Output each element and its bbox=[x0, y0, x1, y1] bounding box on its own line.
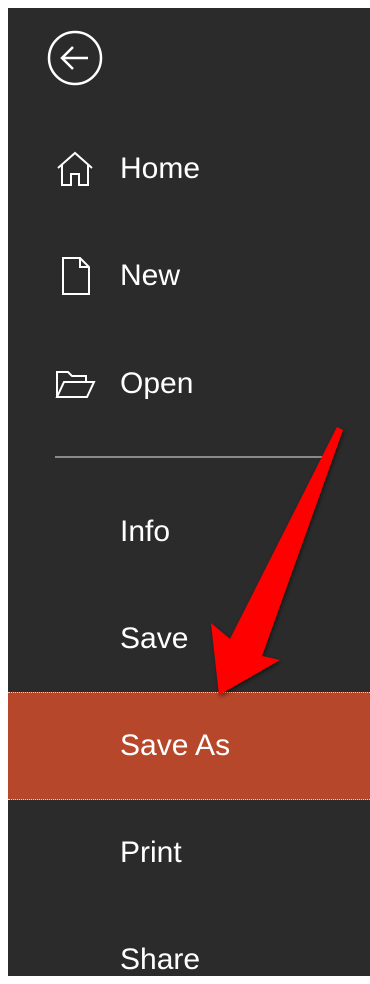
back-arrow-circle-icon bbox=[47, 30, 103, 86]
home-icon bbox=[54, 148, 96, 190]
new-document-icon bbox=[54, 255, 96, 297]
nav-item-label: Save As bbox=[120, 729, 231, 762]
nav-item-label: Save bbox=[120, 622, 189, 655]
nav-item-label: Open bbox=[120, 367, 194, 400]
nav-item-home[interactable]: Home bbox=[8, 115, 370, 223]
nav-item-save[interactable]: Save bbox=[8, 585, 370, 693]
nav-item-save-as[interactable]: Save As bbox=[8, 692, 370, 800]
nav-item-open[interactable]: Open bbox=[8, 330, 370, 438]
nav-item-label: New bbox=[120, 259, 181, 292]
nav-item-label: Home bbox=[120, 152, 201, 185]
nav-item-label: Info bbox=[120, 515, 171, 548]
nav-item-label: Share bbox=[120, 943, 201, 976]
nav-item-info[interactable]: Info bbox=[8, 478, 370, 586]
backstage-panel: Home New Open Info Save Save As Print Sh… bbox=[8, 8, 370, 976]
nav-item-print[interactable]: Print bbox=[8, 799, 370, 907]
nav-item-share[interactable]: Share bbox=[8, 906, 370, 976]
nav-item-label: Print bbox=[120, 836, 182, 869]
menu-divider bbox=[55, 456, 323, 458]
open-folder-icon bbox=[54, 363, 96, 405]
nav-item-new[interactable]: New bbox=[8, 222, 370, 330]
back-button[interactable] bbox=[46, 29, 104, 87]
